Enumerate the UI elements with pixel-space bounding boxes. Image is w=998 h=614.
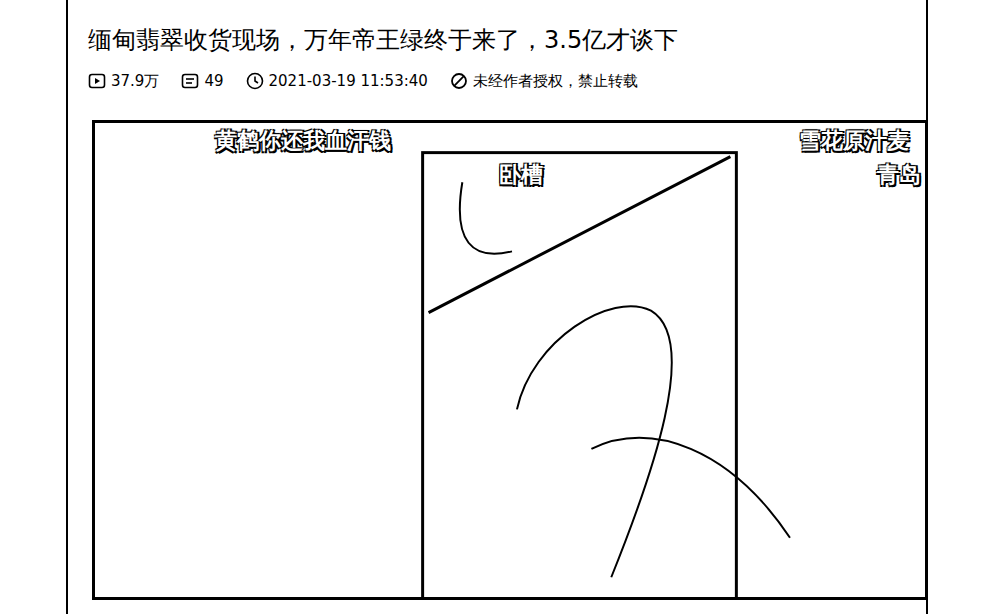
stat-text: 49: [204, 70, 223, 92]
list-icon: [181, 72, 199, 90]
stat-text: 37.9万: [111, 70, 159, 92]
article-column: 缅甸翡翠收货现场，万年帝王绿终于来了，3.5亿才谈下 37.9万 49 2021-03…: [66, 0, 928, 614]
stat-text: 2021-03-19 11:53:40: [269, 70, 428, 92]
video-frame: [95, 123, 925, 597]
clock-icon: [246, 72, 264, 90]
stat-views: 37.9万: [88, 70, 159, 92]
play-icon: [88, 72, 106, 90]
stat-text: 未经作者授权，禁止转载: [473, 70, 638, 92]
stat-time: 2021-03-19 11:53:40: [246, 70, 428, 92]
stat-comments: 49: [181, 70, 223, 92]
danmaku-comment: 卧槽: [499, 161, 543, 189]
article-title: 缅甸翡翠收货现场，万年帝王绿终于来了，3.5亿才谈下: [88, 0, 926, 56]
forbidden-icon: [450, 72, 468, 90]
danmaku-comment: 黄鹤你还我血汗钱: [215, 127, 391, 155]
video-player[interactable]: 黄鹤你还我血汗钱卧槽 雪花原汁麦青岛: [92, 120, 928, 600]
meta-row: 37.9万 49 2021-03-19 11:53:40 未经作者授权，禁止转载: [88, 70, 926, 92]
danmaku-comment: 雪花原汁麦: [799, 127, 909, 155]
danmaku-comment: 青岛: [877, 161, 921, 189]
page: 缅甸翡翠收货现场，万年帝王绿终于来了，3.5亿才谈下 37.9万 49 2021-03…: [0, 0, 998, 614]
stat-notice: 未经作者授权，禁止转载: [450, 70, 638, 92]
